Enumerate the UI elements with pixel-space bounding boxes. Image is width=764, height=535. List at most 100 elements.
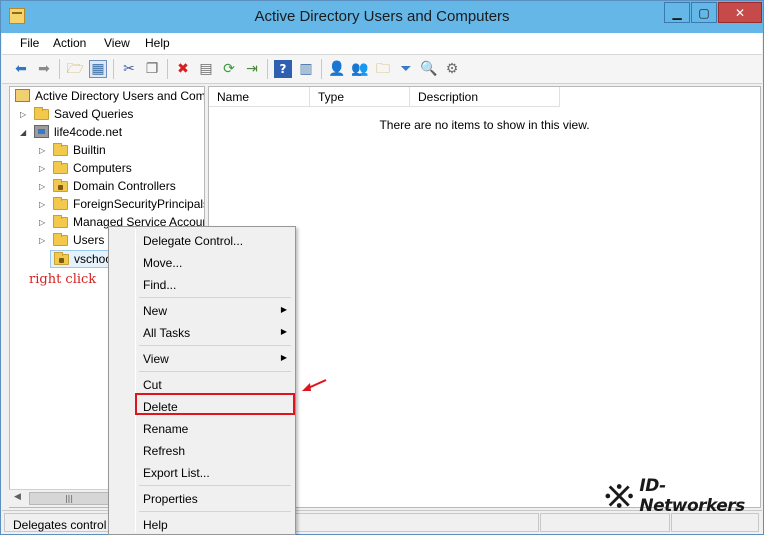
watermark-text: ID-Networkers [639, 476, 745, 516]
collapse-icon[interactable]: ◢ [20, 128, 28, 138]
red-arrow-icon [302, 379, 327, 391]
tree-item-label: Active Directory Users and Com [35, 89, 205, 103]
folder-icon [53, 197, 68, 210]
show-console-tree-icon[interactable]: ▦ [89, 60, 107, 78]
copy-icon[interactable]: ❐ [143, 60, 161, 78]
title-bar[interactable]: Active Directory Users and Computers ▁ ▢… [1, 1, 763, 33]
expand-icon[interactable]: ▷ [39, 218, 47, 228]
toolbar-separator [267, 59, 268, 79]
export-list-icon[interactable]: ⇥ [243, 60, 261, 78]
menu-item-move[interactable]: Move... [137, 252, 293, 274]
context-menu: Delegate Control... Move... Find... New ▶… [108, 226, 296, 535]
empty-list-message: There are no items to show in this view. [379, 118, 590, 132]
forward-arrow-icon[interactable]: ➡ [35, 60, 53, 78]
refresh-icon[interactable]: ⟳ [220, 60, 238, 78]
toolbar-separator [321, 59, 322, 79]
find-icon[interactable]: 🔍 [420, 60, 438, 78]
folder-icon [53, 215, 68, 228]
help-icon[interactable]: ? [274, 60, 292, 78]
action-pane-icon[interactable]: ▥ [297, 60, 315, 78]
toolbar: ⬅ ➡ 🗁 ▦ ✂ ❐ ✖ ▤ ⟳ ⇥ ? ▥ 👤 👥 🗀 ⏷ 🔍 ⚙ [2, 55, 762, 84]
expand-icon[interactable]: ▷ [20, 110, 28, 120]
menu-item-label: Delegate Control... [143, 234, 244, 248]
expand-icon[interactable]: ▷ [39, 236, 47, 246]
menu-item-rename[interactable]: Rename [137, 418, 293, 440]
add-to-group-icon[interactable]: ⚙ [443, 60, 461, 78]
tree-item-label: Users [73, 233, 105, 247]
expand-icon[interactable]: ▷ [39, 164, 47, 174]
id-networkers-logo-icon [605, 484, 633, 508]
minimize-button[interactable]: ▁ [664, 2, 690, 23]
tree-item-label: Builtin [73, 143, 106, 157]
back-arrow-icon[interactable]: ⬅ [12, 60, 30, 78]
tree-item-label: ForeignSecurityPrincipals [73, 197, 205, 211]
watermark: ID-Networkers [605, 476, 764, 516]
ou-folder-icon [54, 252, 69, 265]
delete-highlight-box [135, 393, 295, 415]
menu-action[interactable]: Action [53, 36, 86, 50]
submenu-arrow-icon: ▶ [280, 305, 287, 314]
toolbar-separator [59, 59, 60, 79]
folder-icon [53, 233, 68, 246]
menu-item-view[interactable]: View ▶ [137, 348, 293, 370]
menu-item-label: Help [143, 518, 168, 532]
menu-item-help[interactable]: Help [137, 514, 293, 535]
menu-item-properties[interactable]: Properties [137, 488, 293, 510]
close-button[interactable]: ✕ [718, 2, 762, 23]
menu-item-export-list[interactable]: Export List... [137, 462, 293, 484]
menu-item-label: New [143, 304, 168, 318]
ou-folder-icon [53, 179, 68, 192]
menu-separator [139, 371, 291, 372]
column-header-description[interactable]: Description [410, 87, 560, 107]
scroll-thumb[interactable]: ||| [29, 492, 109, 505]
toolbar-separator [167, 59, 168, 79]
menu-item-label: Properties [143, 492, 198, 506]
menu-help[interactable]: Help [145, 36, 170, 50]
menu-separator [139, 511, 291, 512]
properties-icon[interactable]: ▤ [197, 60, 215, 78]
delete-icon[interactable]: ✖ [174, 60, 192, 78]
menu-view[interactable]: View [104, 36, 130, 50]
menu-item-label: Rename [143, 422, 189, 436]
menu-item-label: All Tasks [143, 326, 191, 340]
domain-icon [34, 125, 49, 138]
menu-gutter [135, 229, 136, 532]
cut-icon[interactable]: ✂ [120, 60, 138, 78]
menu-separator [139, 345, 291, 346]
tree-item-label: life4code.net [54, 125, 123, 139]
filter-icon[interactable]: ⏷ [397, 60, 415, 78]
menu-item-label: Export List... [143, 466, 210, 480]
menu-item-find[interactable]: Find... [137, 274, 293, 296]
ad-root-icon [15, 89, 30, 102]
menu-item-refresh[interactable]: Refresh [137, 440, 293, 462]
submenu-arrow-icon: ▶ [280, 327, 287, 336]
status-text: Delegates control o [13, 518, 117, 532]
expand-icon[interactable]: ▷ [39, 200, 47, 210]
menu-item-label: Cut [143, 378, 162, 392]
maximize-icon: ▢ [698, 5, 710, 20]
expand-icon[interactable]: ▷ [39, 182, 47, 192]
scroll-left-icon[interactable]: ◀ [14, 492, 21, 502]
folder-icon [53, 143, 68, 156]
new-user-icon[interactable]: 👤 [328, 60, 346, 78]
expand-icon[interactable]: ▷ [39, 146, 47, 156]
menu-item-delegate-control[interactable]: Delegate Control... [137, 230, 293, 252]
new-ou-icon[interactable]: 🗀 [374, 60, 392, 78]
menu-item-label: Find... [143, 278, 177, 292]
tree-item-label: vschoo [74, 252, 113, 266]
maximize-button[interactable]: ▢ [691, 2, 717, 23]
column-header-name[interactable]: Name [209, 87, 310, 107]
menu-item-all-tasks[interactable]: All Tasks ▶ [137, 322, 293, 344]
column-header-type[interactable]: Type [310, 87, 410, 107]
menu-item-new[interactable]: New ▶ [137, 300, 293, 322]
menu-item-label: Refresh [143, 444, 186, 458]
tree-item-label: Computers [73, 161, 132, 175]
tree-item-vschoo-selected[interactable]: vschoo [50, 250, 115, 268]
new-group-icon[interactable]: 👥 [351, 60, 369, 78]
up-folder-icon[interactable]: 🗁 [66, 60, 84, 78]
submenu-arrow-icon: ▶ [280, 353, 287, 362]
menu-item-label: View [143, 352, 169, 366]
menu-file[interactable]: File [20, 36, 39, 50]
toolbar-separator [113, 59, 114, 79]
folder-icon [53, 161, 68, 174]
